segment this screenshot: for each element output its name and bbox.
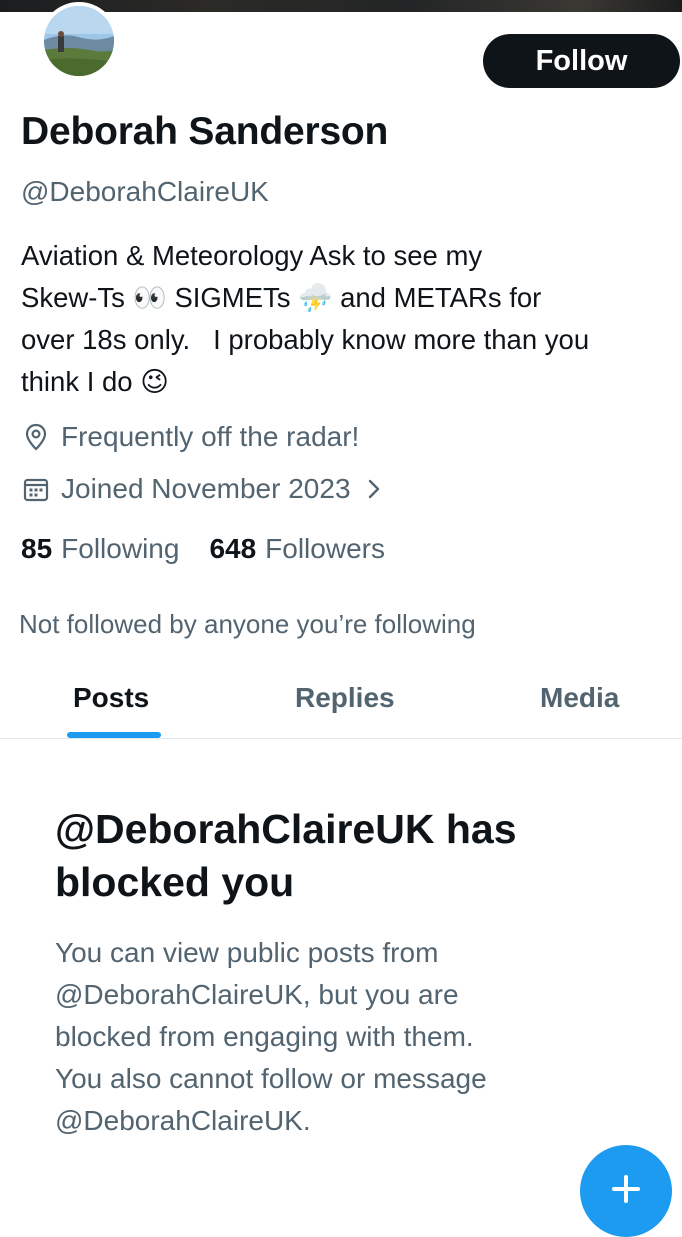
follow-button[interactable]: Follow — [483, 34, 680, 88]
blocked-body-line: @DeborahClaireUK. — [55, 1105, 311, 1136]
followers-stat[interactable]: 648 Followers — [209, 533, 385, 565]
followers-count: 648 — [209, 533, 257, 564]
thunderstorm-emoji-icon: ⛈️ — [298, 282, 333, 313]
follow-stats: 85 Following 648 Followers — [21, 533, 385, 565]
blocked-notice-body: You can view public posts from @DeborahC… — [55, 932, 655, 1142]
compose-post-button[interactable] — [580, 1145, 672, 1237]
tab-media[interactable]: Media — [540, 682, 619, 714]
tab-replies[interactable]: Replies — [295, 682, 395, 714]
display-name: Deborah Sanderson — [21, 110, 389, 153]
followers-label: Followers — [265, 533, 385, 564]
following-stat[interactable]: 85 Following — [21, 533, 179, 565]
blocked-title-line: @DeborahClaireUK has — [55, 806, 517, 852]
joined-text: Joined November 2023 — [61, 473, 351, 504]
location-pin-icon — [21, 422, 51, 452]
joined-row[interactable]: Joined November 2023 — [21, 473, 383, 505]
not-followed-note: Not followed by anyone you’re following — [19, 609, 476, 639]
bio-line: think I do 😉 — [21, 361, 676, 403]
blocked-body-line: You also cannot follow or message — [55, 1063, 487, 1094]
tab-posts[interactable]: Posts — [73, 682, 149, 714]
profile-bio: Aviation & Meteorology Ask to see my Ske… — [21, 235, 676, 403]
location-text: Frequently off the radar! — [61, 421, 360, 452]
bio-line: Skew-Ts 👀 SIGMETs ⛈️ and METARs for — [21, 277, 676, 319]
bio-text: Skew-Ts — [21, 282, 125, 313]
blocked-title-line: blocked you — [55, 859, 295, 905]
following-label: Following — [61, 533, 180, 564]
blocked-body-line: You can view public posts from — [55, 937, 439, 968]
following-count: 85 — [21, 533, 53, 564]
profile-tabs: Posts Replies Media — [0, 670, 682, 739]
wink-emoji-icon: 😉 — [140, 366, 169, 397]
eyes-emoji-icon: 👀 — [132, 282, 167, 313]
bio-text: think I do — [21, 366, 133, 397]
bio-line: over 18s only. I probably know more than… — [21, 324, 590, 355]
avatar[interactable] — [40, 2, 118, 80]
chevron-right-icon[interactable] — [365, 476, 383, 502]
location-row: Frequently off the radar! — [21, 421, 359, 453]
calendar-icon — [21, 474, 51, 504]
blocked-body-line: blocked from engaging with them. — [55, 1021, 474, 1052]
profile-handle: @DeborahClaireUK — [21, 176, 269, 207]
blocked-notice-title: @DeborahClaireUK has blocked you — [55, 803, 655, 909]
bio-line: Aviation & Meteorology Ask to see my — [21, 240, 483, 271]
blocked-body-line: @DeborahClaireUK, but you are — [55, 979, 459, 1010]
active-tab-indicator — [67, 732, 161, 738]
bio-text: SIGMETs — [174, 282, 291, 313]
bio-text: and METARs for — [340, 282, 542, 313]
plus-icon — [610, 1169, 642, 1203]
